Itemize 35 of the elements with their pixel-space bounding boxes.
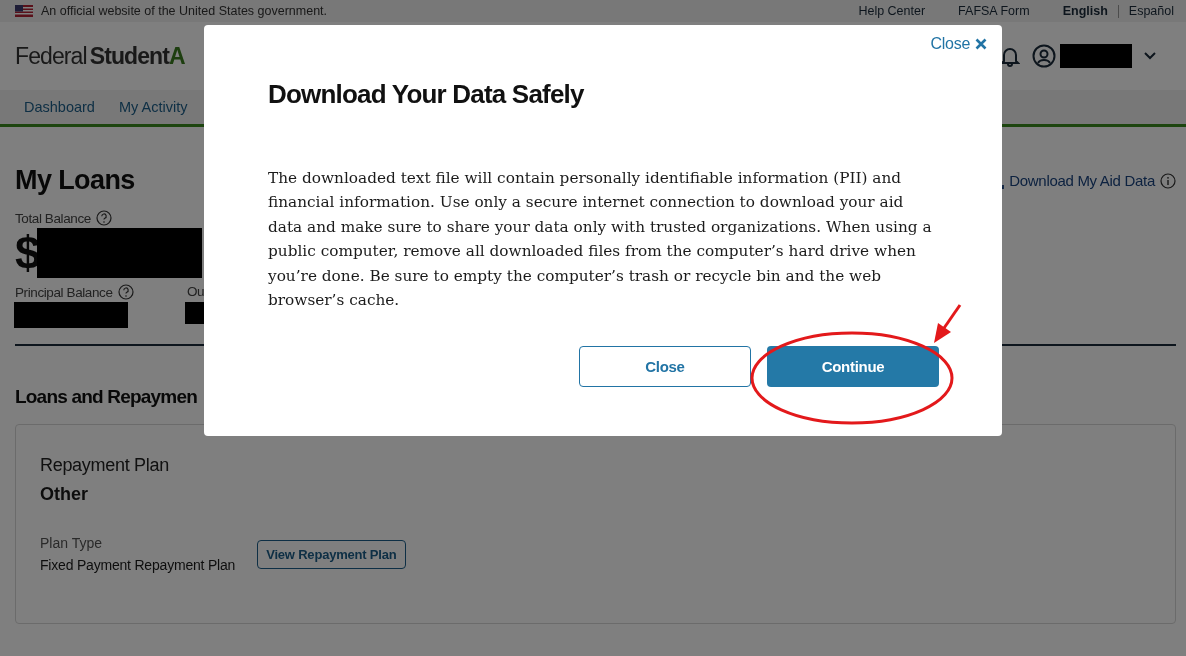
page-title: My Loans <box>15 165 135 196</box>
nav-link[interactable]: My Activity <box>118 99 188 115</box>
language-link[interactable]: Español <box>1128 4 1174 18</box>
help-icon <box>95 210 112 226</box>
stat-label: Total Balance <box>15 210 91 226</box>
redacted-block <box>1060 44 1132 68</box>
bell-icon <box>1000 45 1020 67</box>
user-icon <box>1032 44 1056 68</box>
field-label: Plan Type <box>40 535 103 551</box>
stat-label: Ou <box>187 284 206 299</box>
close-button[interactable]: Close <box>579 346 751 388</box>
redacted-block <box>185 302 205 324</box>
nav-link[interactable]: Dashboard <box>24 99 95 115</box>
close-icon <box>975 38 987 50</box>
info-icon <box>1160 172 1176 189</box>
modal-body-text: The downloaded text file will contain personally identifiable information (PII) and financial information. Use only a secure internet connection to download your aid data and make sure to share your data only with trusted organizations. When using a public computer, remove all downloaded files from the computer’s hard drive when you’re done. Be sure to empty the computer’s trash or recycle bin and the web browser’s cache. <box>268 168 933 312</box>
language-link[interactable]: English <box>1062 4 1108 18</box>
close-link[interactable]: Close <box>930 35 987 53</box>
modal-title: Download Your Data Safely <box>268 79 585 110</box>
plan-value: Other <box>40 484 89 505</box>
help-icon <box>117 284 134 300</box>
card-heading: Repayment Plan <box>40 455 170 476</box>
section-title: Loans and Repaymen <box>15 386 198 408</box>
top-link[interactable]: FAFSA Form <box>958 4 1030 18</box>
continue-button[interactable]: Continue <box>767 346 939 388</box>
download-link[interactable]: Download My Aid Data <box>1009 172 1155 189</box>
top-link[interactable]: Help Center <box>858 4 926 18</box>
field-value: Fixed Payment Repayment Plan <box>40 557 236 573</box>
view-plan-button[interactable]: View Repayment Plan <box>257 539 406 569</box>
gov-banner-text: An official website of the United States government. <box>41 4 328 18</box>
flag-icon <box>15 5 33 17</box>
chevron-down-icon <box>1144 52 1156 60</box>
annotation-arrow <box>932 303 962 345</box>
logo[interactable]: FederalStudentA <box>15 42 185 70</box>
stat-label: Principal Balance <box>15 284 113 300</box>
